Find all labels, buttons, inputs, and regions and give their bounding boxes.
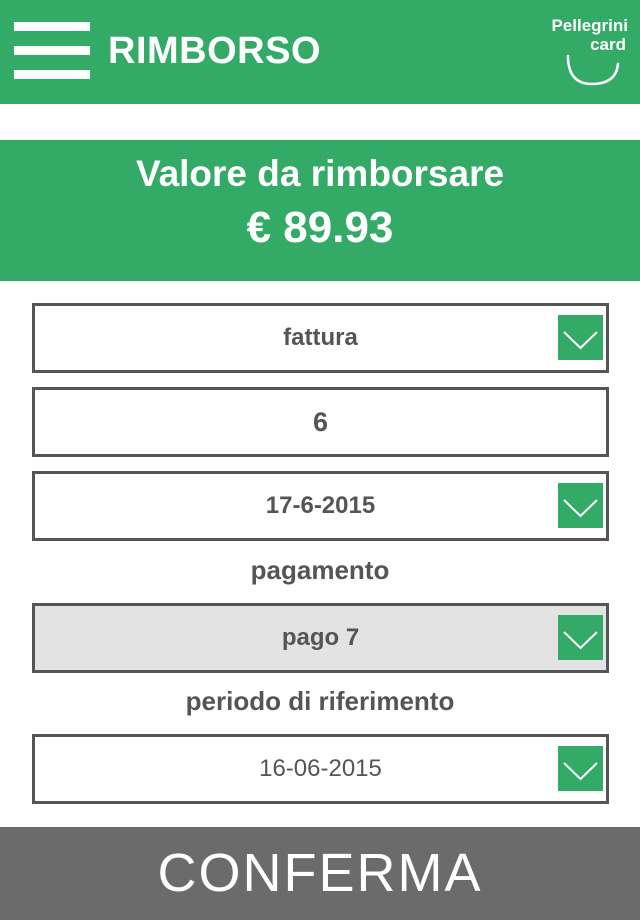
payment-label: pagamento (250, 555, 390, 585)
date-select[interactable]: 17-6-2015 (32, 471, 609, 541)
menu-line (14, 22, 90, 31)
logo-smile-icon (566, 54, 620, 86)
menu-line (14, 46, 90, 55)
date-value: 17-6-2015 (265, 492, 376, 519)
hamburger-menu-icon[interactable] (14, 22, 90, 80)
page-title: RIMBORSO (108, 30, 321, 72)
payment-select[interactable]: pago 7 (32, 603, 609, 673)
payment-value: pago 7 (281, 624, 360, 651)
chevron-down-icon[interactable] (558, 746, 603, 791)
document-type-value: fattura (283, 324, 358, 351)
brand-logo: Pellegrini card (534, 14, 630, 88)
chevron-down-icon[interactable] (558, 483, 603, 528)
period-value: 16-06-2015 (259, 755, 382, 782)
chevron-down-icon[interactable] (558, 615, 603, 660)
app-header: RIMBORSO Pellegrini card (0, 0, 640, 104)
period-select[interactable]: 16-06-2015 (32, 734, 609, 804)
menu-line (14, 70, 90, 79)
amount-value: € 89.93 (246, 203, 394, 252)
document-number-input[interactable]: 6 (32, 387, 609, 457)
confirm-button[interactable]: CONFERMA (0, 827, 640, 920)
document-number-value: 6 (312, 406, 329, 437)
chevron-down-icon[interactable] (558, 315, 603, 360)
document-type-select[interactable]: fattura (32, 303, 609, 373)
period-label: periodo di riferimento (185, 686, 455, 716)
reimbursement-screen: RIMBORSO Pellegrini card Valore da rimbo… (0, 0, 640, 920)
amount-label: Valore da rimborsare (135, 153, 505, 194)
amount-banner: Valore da rimborsare € 89.93 (0, 140, 640, 281)
